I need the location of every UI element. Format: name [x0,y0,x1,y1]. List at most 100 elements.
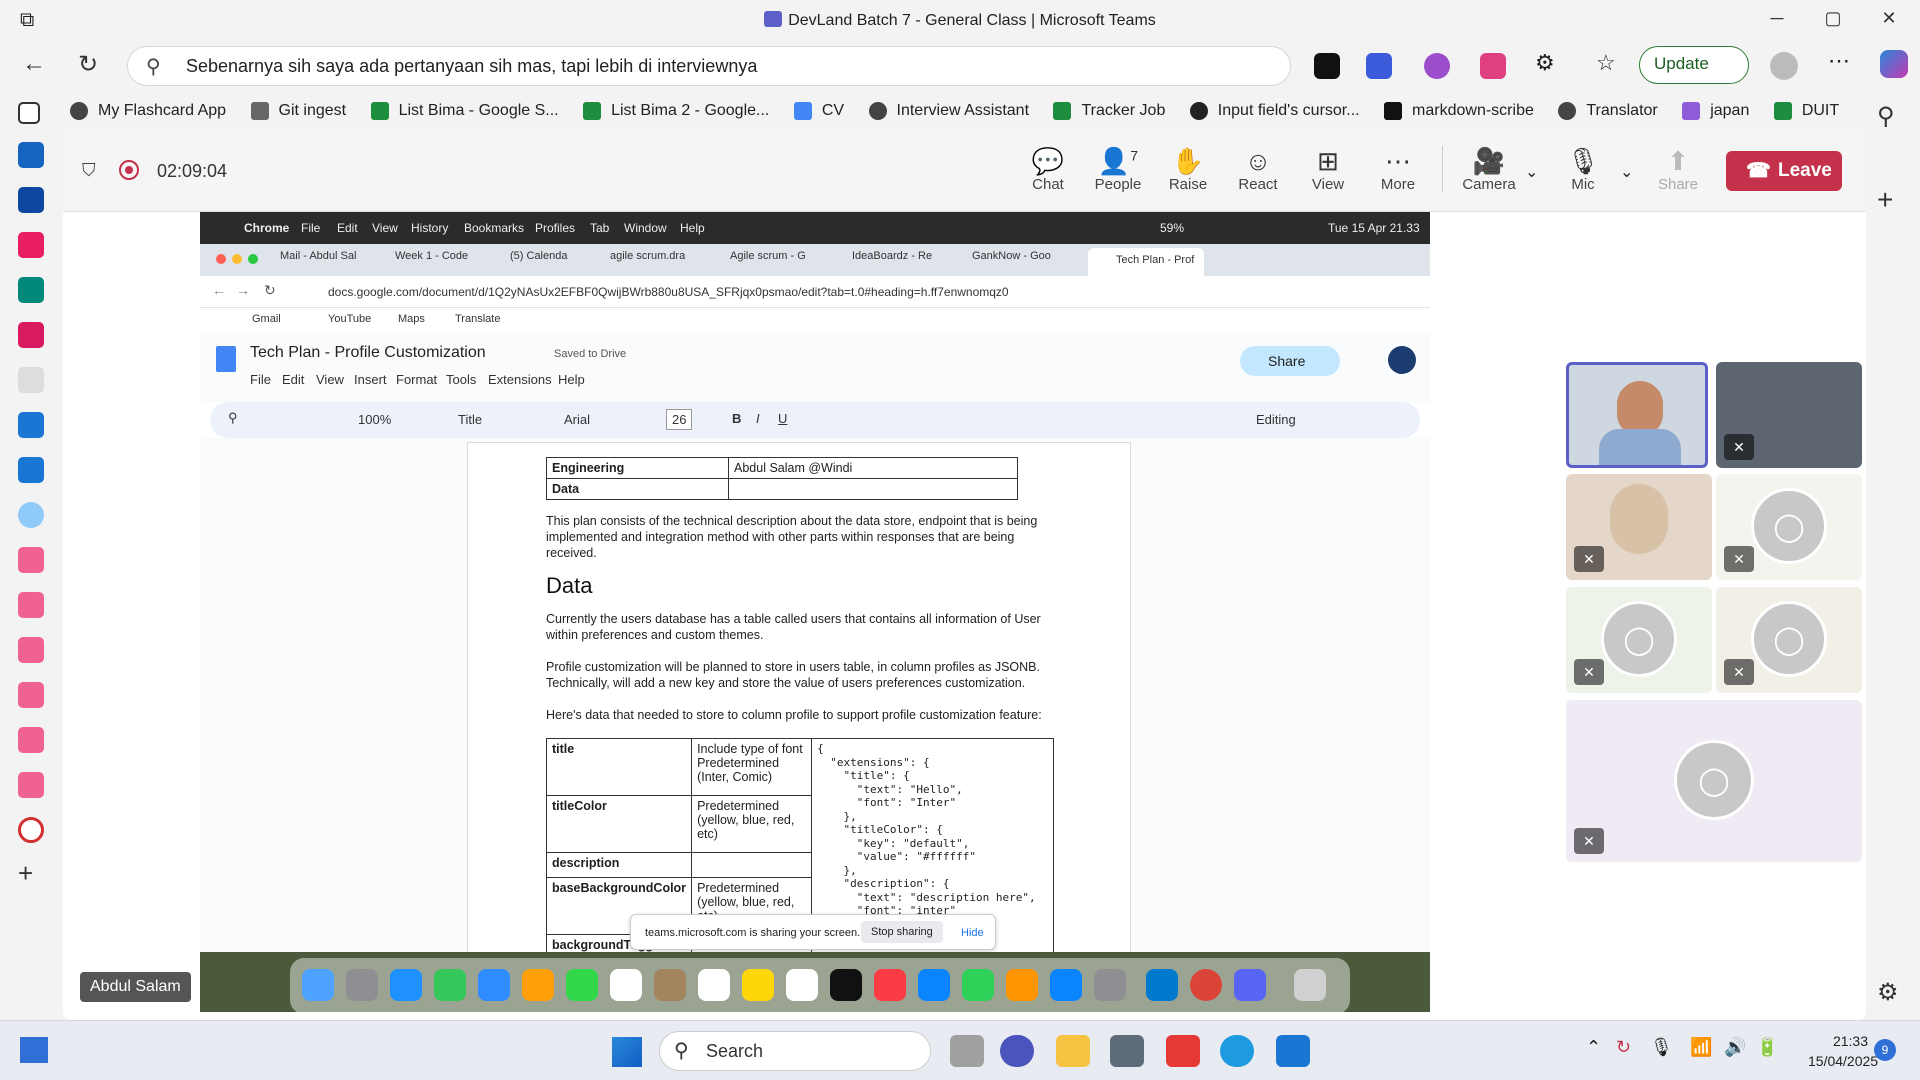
zoom-select[interactable]: 100% [358,412,391,427]
bold-button[interactable]: B [732,411,741,426]
app-icon[interactable] [18,367,44,393]
edge-icon[interactable] [1220,1035,1254,1067]
settings-icon[interactable] [1094,969,1126,1001]
browser-tab-active[interactable]: Tech Plan - Prof [1088,248,1204,276]
minimize-window-dot[interactable] [232,254,242,264]
share-button[interactable]: ⬆ Share [1643,146,1713,193]
extensions-icon[interactable]: ⚙ [1535,50,1555,76]
tv-icon[interactable] [830,969,862,1001]
pages-icon[interactable] [1006,969,1038,1001]
sync-icon[interactable]: ↻ [1616,1037,1631,1058]
window-ext-icon[interactable] [1480,53,1506,79]
bookmark-translate[interactable]: Translate [455,313,500,325]
recording-icon[interactable] [18,817,44,843]
reload-icon[interactable]: ↻ [78,50,98,79]
participant-tile[interactable]: ◯ ✕ [1566,587,1712,693]
camera-button[interactable]: 🎥 Camera [1453,146,1525,193]
bookmark-item[interactable]: My Flashcard App [70,96,226,126]
bookmark-item[interactable]: Interview Assistant [868,96,1029,126]
bookmark-item[interactable]: markdown-scribe [1384,96,1534,126]
battery-icon[interactable]: 🔋 [1756,1037,1778,1058]
app-icon[interactable] [18,232,44,258]
profile-avatar[interactable] [1770,52,1798,80]
windows-start-icon[interactable] [612,1037,642,1067]
app-icon[interactable] [18,322,44,348]
anydesk-icon[interactable] [1166,1035,1200,1067]
bookmark-item[interactable]: List Bima - Google S... [370,96,559,126]
bookmark-youtube[interactable]: YouTube [328,313,371,325]
user-avatar[interactable] [1388,346,1416,374]
file-explorer-icon[interactable] [1056,1035,1090,1067]
back-arrow-icon[interactable]: ← [212,282,226,298]
view-button[interactable]: ⊞ View [1293,146,1363,193]
more-menu-icon[interactable]: ⋯ [1828,48,1850,74]
browser-tab[interactable]: (5) Calenda [510,250,590,272]
facetime-icon[interactable] [566,969,598,1001]
style-select[interactable]: Title [458,412,482,427]
app-icon[interactable] [18,637,44,663]
save-ext-icon[interactable] [1366,53,1392,79]
copilot-ext-icon[interactable] [1314,53,1340,79]
stop-sharing-button[interactable]: Stop sharing [861,921,943,943]
notepad-icon[interactable] [1276,1035,1310,1067]
bookmark-item[interactable]: DUIT [1773,96,1839,126]
app-icon[interactable] [18,277,44,303]
keynote-icon[interactable] [918,969,950,1001]
appstore-icon[interactable] [1050,969,1082,1001]
reminders-icon[interactable] [698,969,730,1001]
app-icon[interactable] [18,547,44,573]
music-icon[interactable] [874,969,906,1001]
close-button[interactable]: ✕ [1874,8,1904,32]
font-select[interactable]: Arial [564,412,590,427]
favorites-icon[interactable]: ☆ [1596,50,1616,76]
docs-share-button[interactable]: Share [1240,346,1340,376]
participant-tile[interactable]: ◯ ✕ [1716,587,1862,693]
add-icon[interactable]: + [18,858,33,889]
task-view-icon[interactable] [950,1035,984,1067]
stickies-icon[interactable] [742,969,774,1001]
react-button[interactable]: ☺ React [1223,146,1293,193]
back-arrow-icon[interactable]: ← [22,50,46,78]
numbers-icon[interactable] [962,969,994,1001]
participant-video[interactable]: ✕ [1716,362,1862,468]
browser-tab[interactable]: Week 1 - Code [395,250,495,272]
participant-video[interactable] [1566,362,1708,468]
chevron-down-icon[interactable]: ⌄ [1525,162,1538,182]
chevron-up-icon[interactable]: ⌃ [1586,1037,1601,1058]
add-icon[interactable]: + [1877,184,1893,216]
discord-icon[interactable] [1234,969,1266,1001]
app-icon[interactable] [18,682,44,708]
maximize-window-dot[interactable] [248,254,258,264]
bookmark-item[interactable]: List Bima 2 - Google... [583,96,769,126]
bookmark-item[interactable]: CV [793,96,844,126]
raise-hand-button[interactable]: ✋ Raise [1153,146,1223,193]
font-size-input[interactable]: 26 [666,409,693,430]
app-icon[interactable] [18,142,44,168]
docs-menu-item[interactable]: Extensions [488,372,552,387]
bookmark-item[interactable]: Input field's cursor... [1189,96,1360,126]
vscode-icon[interactable] [1146,969,1178,1001]
brain-ext-icon[interactable] [1424,53,1450,79]
doc-title[interactable]: Tech Plan - Profile Customization [250,344,486,362]
docs-menu-item[interactable]: Tools [446,372,476,387]
chat-button[interactable]: 💬 Chat [1013,146,1083,193]
messages-icon[interactable] [434,969,466,1001]
freeform-icon[interactable] [786,969,818,1001]
safari-icon[interactable] [390,969,422,1001]
app-icon[interactable] [18,187,44,213]
bookmark-item[interactable]: Git ingest [250,96,346,126]
docs-menu-item[interactable]: Edit [282,372,304,387]
participant-tile[interactable]: ◯ ✕ [1716,474,1862,580]
browser-tab[interactable]: Mail - Abdul Sal [280,250,380,272]
search-icon[interactable]: ⚲ [1877,102,1895,131]
close-window-dot[interactable] [216,254,226,264]
tab-actions-icon[interactable] [18,102,40,124]
update-button[interactable]: Update [1639,46,1749,84]
browser-tab[interactable]: IdeaBoardz - Re [852,250,952,272]
editing-mode-select[interactable]: Editing [1256,412,1296,427]
app-icon[interactable] [1110,1035,1144,1067]
docs-menu-item[interactable]: Help [558,372,585,387]
chrome-url-bar[interactable]: ← → ↻ docs.google.com/document/d/1Q2yNAs… [200,276,1430,308]
underline-button[interactable]: U [778,411,787,426]
docs-menu-item[interactable]: View [316,372,344,387]
